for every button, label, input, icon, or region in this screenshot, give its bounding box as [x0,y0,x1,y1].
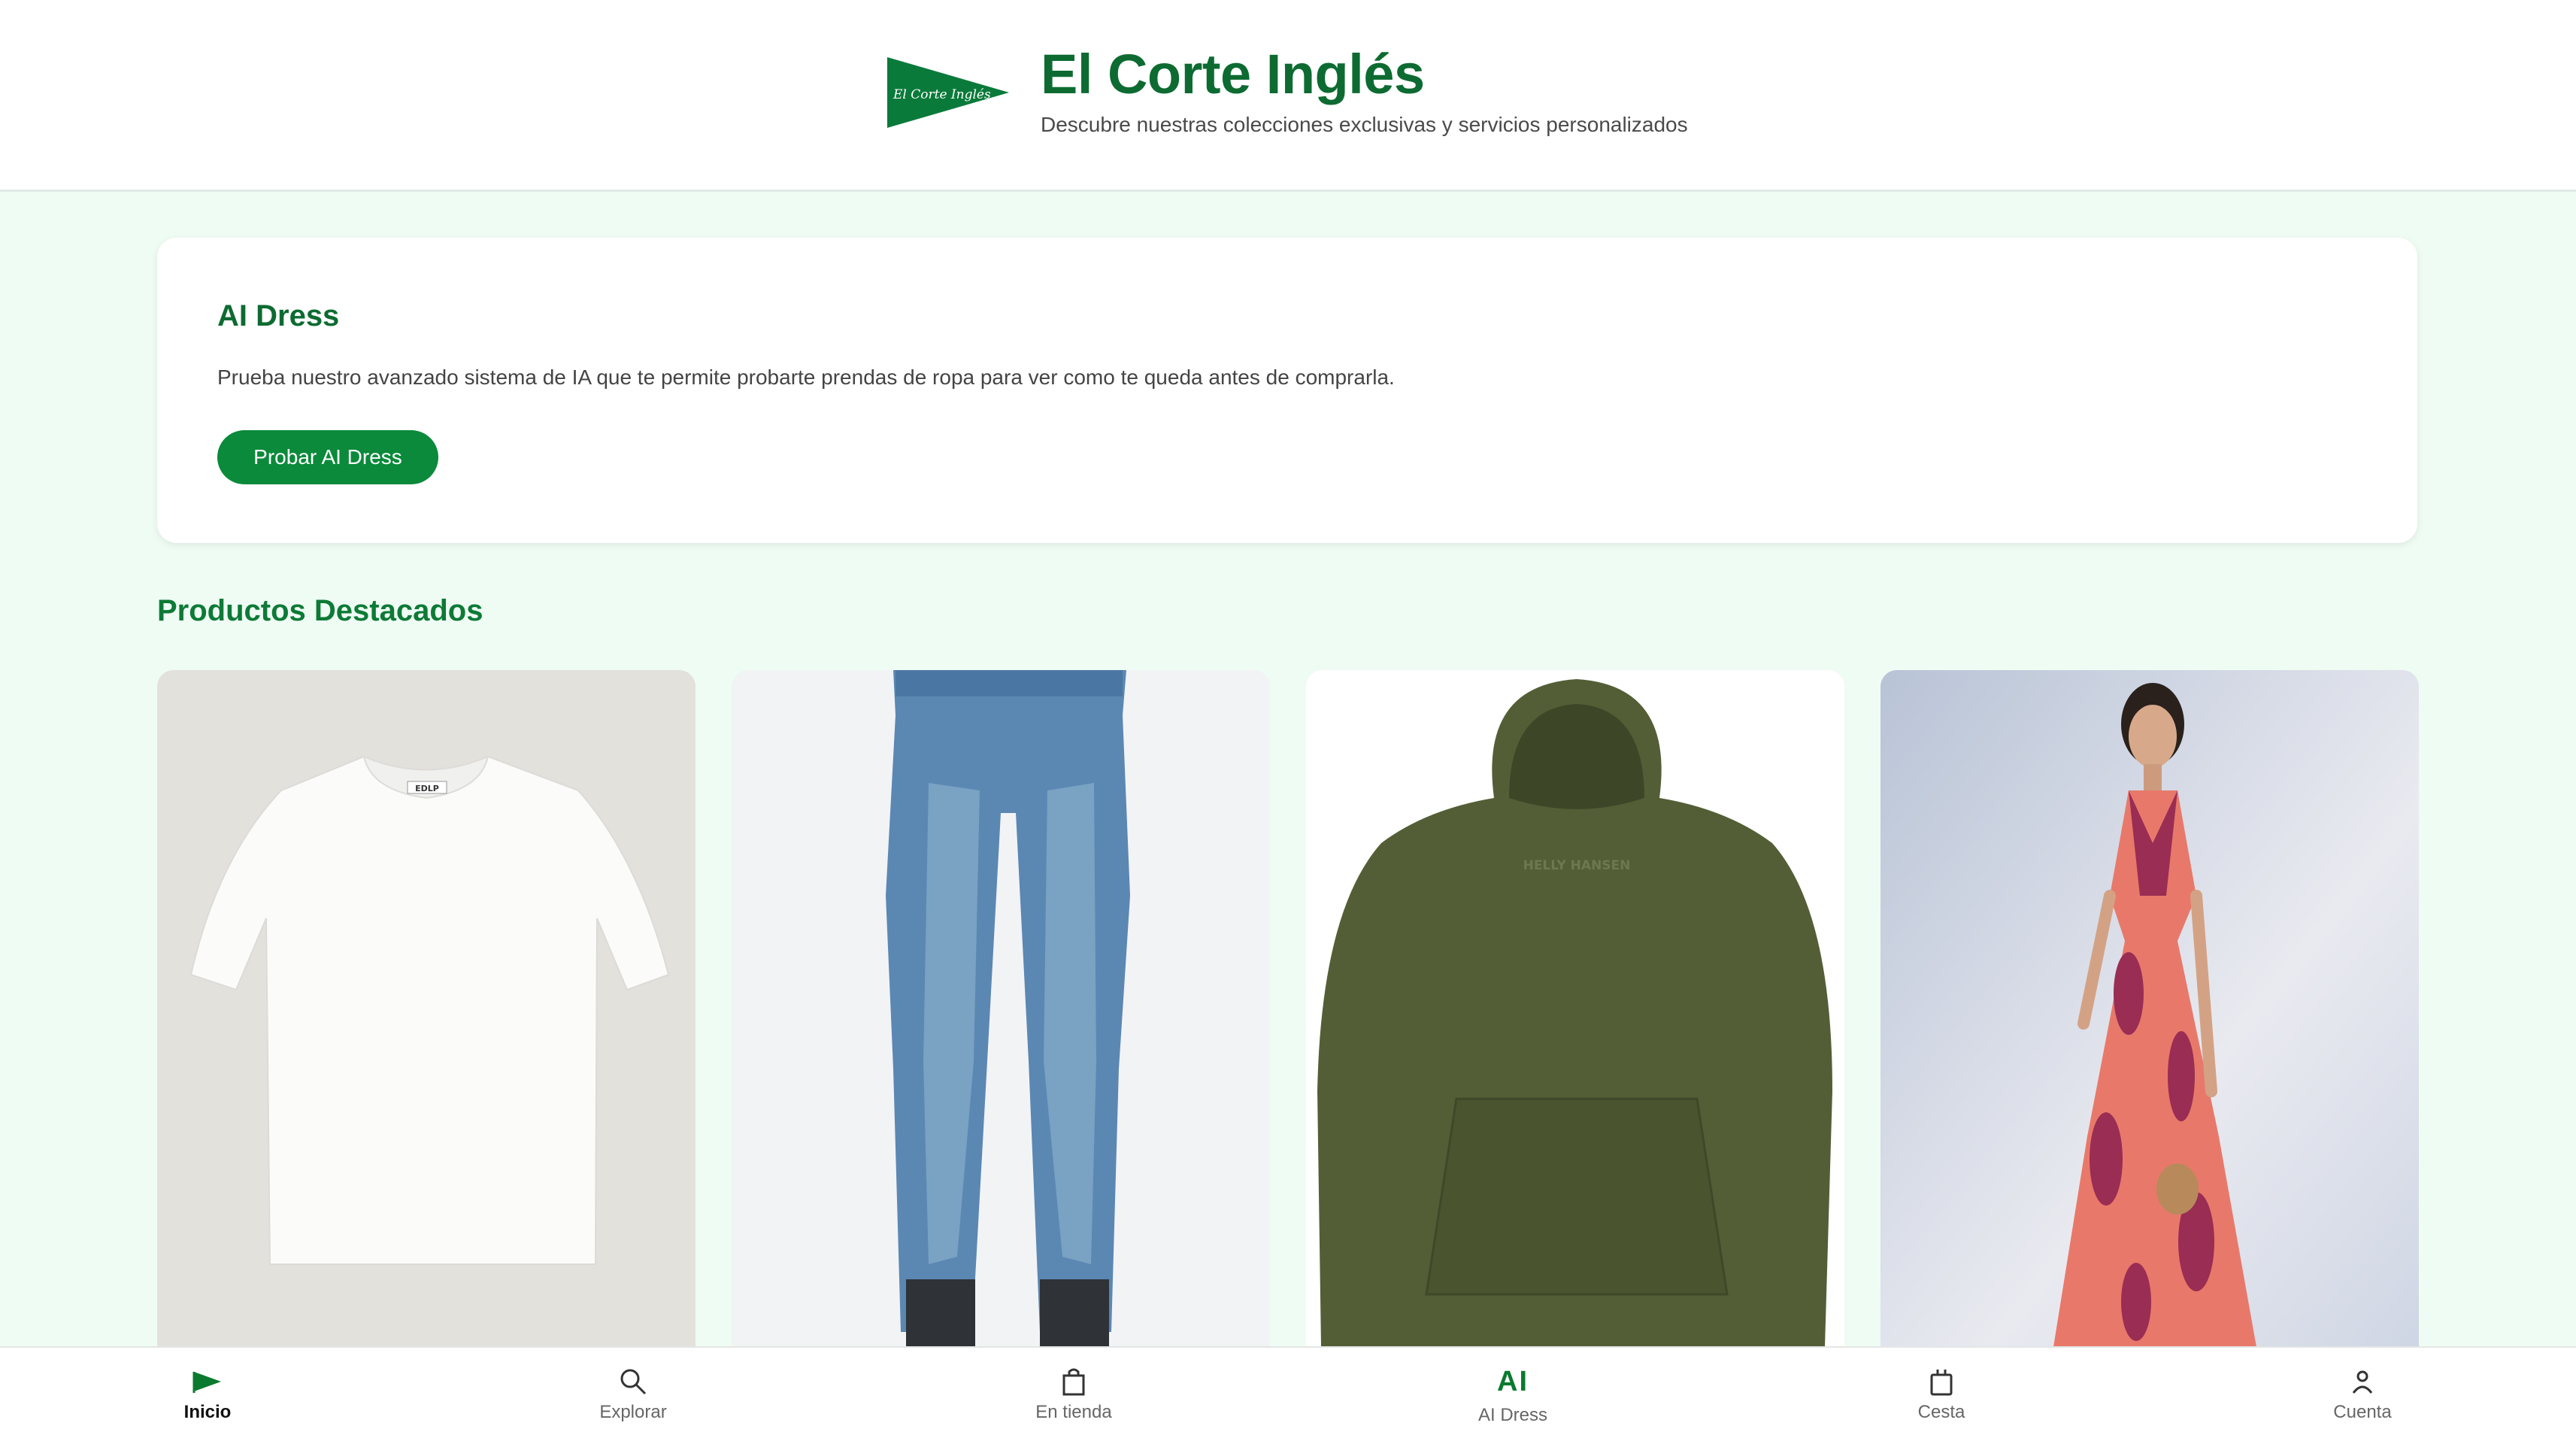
svg-text:EDLP: EDLP [415,784,439,793]
search-icon [520,1366,746,1397]
ai-dress-title: AI Dress [217,299,340,332]
ai-dress-card: AI Dress Prueba nuestro avanzado sistema… [157,238,2417,543]
nav-label: Cesta [1917,1402,1965,1422]
white-tshirt-image: EDLP [157,670,696,1347]
nav-item-cuenta[interactable]: Cuenta [2250,1348,2475,1438]
nav-label: Cuenta [2333,1402,2392,1422]
floral-dress-image [1880,670,2419,1347]
brand-title: El Corte Inglés [1041,43,1425,105]
green-hoodie-image: HELLY HANSEN [1306,670,1844,1347]
product-card-tshirt[interactable]: EDLP [157,670,696,1347]
product-card-jeans[interactable] [732,670,1270,1347]
svg-text:HELLY HANSEN: HELLY HANSEN [1523,858,1631,873]
ai-dress-description: Prueba nuestro avanzado sistema de IA qu… [217,366,1395,389]
app-header: El Corte Inglés El Corte Inglés Descubre… [0,0,2576,192]
featured-products-title: Productos Destacados [157,594,483,627]
product-card-dress[interactable] [1880,670,2419,1347]
el-corte-ingles-logo[interactable]: El Corte Inglés [887,57,1009,128]
user-icon [2250,1366,2475,1397]
svg-text:El Corte Inglés: El Corte Inglés [893,87,991,102]
nav-label: Inicio [183,1402,232,1422]
ai-icon: AI [1497,1365,1529,1397]
nav-item-explorar[interactable]: Explorar [520,1348,746,1438]
shopping-bag-icon [961,1366,1186,1397]
nav-label: Explorar [599,1402,667,1422]
brand-subtitle: Descubre nuestras colecciones exclusivas… [1041,113,1688,136]
nav-label: AI Dress [1477,1405,1547,1425]
blue-jeans-image [732,670,1270,1347]
flag-icon [95,1366,320,1397]
nav-item-inicio[interactable]: Inicio [95,1348,320,1438]
bottom-navigation: Inicio Explorar En tienda AI AI Dress Ce… [0,1346,2576,1438]
nav-label: En tienda [1035,1402,1112,1422]
basket-icon [1829,1366,2054,1397]
try-ai-dress-button[interactable]: Probar AI Dress [217,430,438,484]
nav-item-cesta[interactable]: Cesta [1829,1348,2054,1438]
product-card-hoodie[interactable]: HELLY HANSEN [1306,670,1844,1347]
nav-item-en-tienda[interactable]: En tienda [961,1348,1186,1438]
nav-item-ai-dress[interactable]: AI AI Dress [1400,1348,1626,1438]
